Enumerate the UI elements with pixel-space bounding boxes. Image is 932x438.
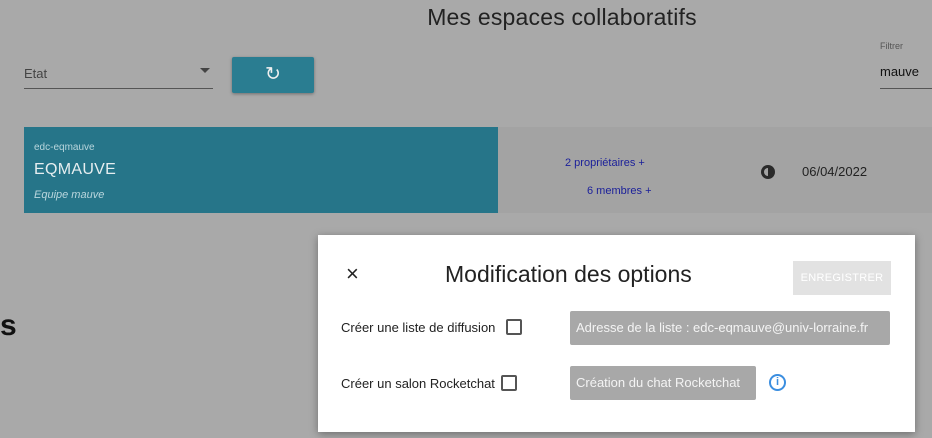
filter-input[interactable]: Filtrer mauve	[880, 40, 932, 89]
diffusion-list-checkbox[interactable]	[506, 319, 522, 335]
space-date: 06/04/2022	[802, 164, 868, 179]
page-title: Mes espaces collaboratifs	[427, 4, 697, 30]
filter-label: Filtrer	[880, 41, 903, 51]
info-icon[interactable]: i	[769, 374, 786, 391]
space-card[interactable]: edc-eqmauve EQMAUVE Equipe mauve 2 propr…	[24, 127, 932, 213]
refresh-button[interactable]: ↻	[232, 57, 314, 93]
save-button[interactable]: ENREGISTRER	[793, 261, 891, 295]
options-modal: × Modification des options ENREGISTRER C…	[318, 235, 915, 432]
rocketchat-label: Créer un salon Rocketchat	[341, 376, 495, 391]
dropdown-arrow-icon[interactable]	[200, 68, 210, 73]
refresh-icon: ↻	[265, 64, 281, 85]
app-background: Mes espaces collaboratifs Etat ↻ Filtrer…	[0, 0, 932, 438]
space-title-panel[interactable]: edc-eqmauve EQMAUVE Equipe mauve	[24, 127, 498, 213]
space-description: Equipe mauve	[34, 189, 105, 201]
rocketchat-checkbox[interactable]	[501, 375, 517, 391]
close-icon[interactable]: ×	[346, 263, 359, 285]
diffusion-list-label: Créer une liste de diffusion	[341, 320, 496, 335]
modal-title: Modification des options	[445, 261, 692, 287]
filter-value[interactable]: mauve	[880, 64, 919, 79]
etat-select[interactable]: Etat	[24, 58, 213, 89]
space-code: edc-eqmauve	[34, 142, 95, 153]
owners-link[interactable]: 2 propriétaires +	[565, 157, 645, 169]
etat-select-label: Etat	[24, 66, 48, 81]
clock-icon	[761, 165, 775, 179]
rocketchat-create-button[interactable]: Création du chat Rocketchat	[570, 366, 756, 400]
background-text-fragment: s	[0, 309, 17, 342]
space-name: EQMAUVE	[34, 161, 117, 178]
diffusion-address-button[interactable]: Adresse de la liste : edc-eqmauve@univ-l…	[570, 311, 890, 345]
members-link[interactable]: 6 membres +	[587, 185, 652, 197]
